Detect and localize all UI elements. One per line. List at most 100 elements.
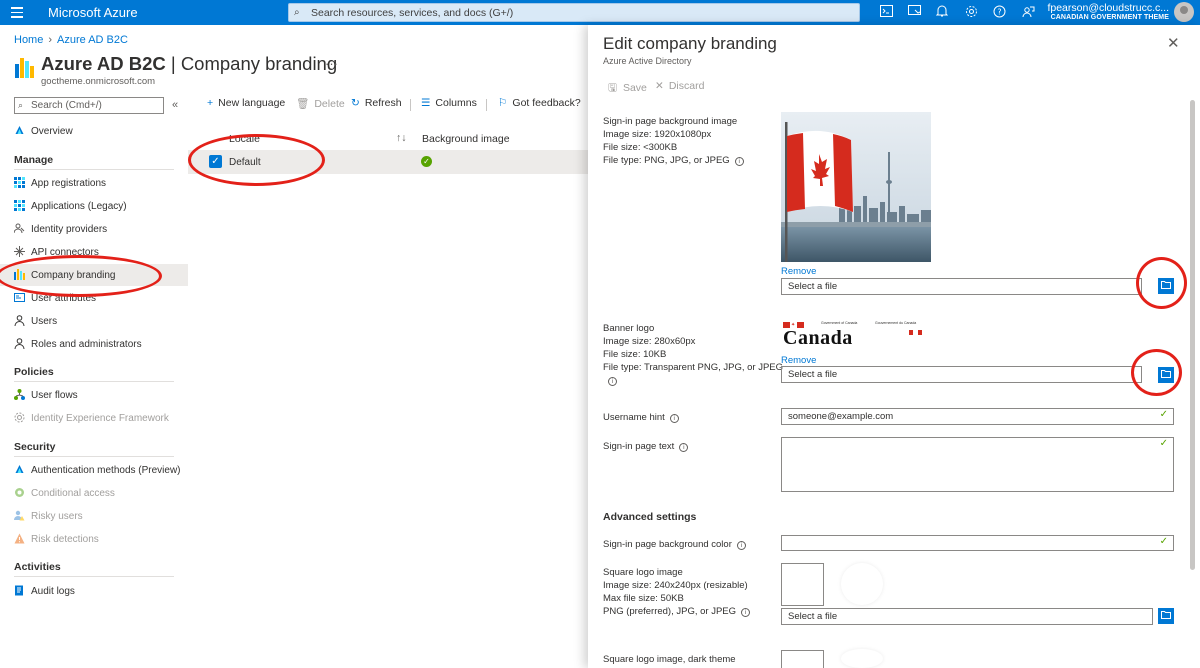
panel-subtitle: Azure Active Directory [603, 56, 692, 66]
sidebar-item-risk-detections[interactable]: Risk detections [0, 528, 188, 550]
column-header-background-image[interactable]: Background image [422, 133, 510, 145]
account-info[interactable]: fpearson@cloudstrucc.c... CANADIAN GOVER… [1047, 2, 1169, 21]
overview-icon [14, 125, 25, 136]
page-subtitle: goctheme.onmicrosoft.com [41, 76, 156, 87]
folder-open-icon[interactable] [1158, 608, 1174, 624]
save-icon: 🖫 [608, 82, 617, 94]
panel-title: Edit company branding [603, 34, 777, 53]
divider [14, 456, 174, 457]
roles-icon [14, 338, 25, 350]
square-logo-preview [781, 563, 824, 606]
user-icon [14, 315, 25, 327]
sort-icon[interactable]: ↑↓ [396, 132, 407, 144]
sidebar-item-identity-experience-framework[interactable]: Identity Experience Framework [0, 407, 188, 429]
search-icon: ⌕ [294, 7, 300, 18]
collapse-sidebar-button[interactable]: « [172, 99, 178, 111]
feedback-button[interactable]: ⚐ Got feedback? [498, 97, 581, 109]
info-icon[interactable]: i [679, 443, 689, 452]
username-hint-input[interactable]: someone@example.com ✓ [781, 408, 1174, 425]
global-search-input[interactable]: ⌕ Search resources, services, and docs (… [288, 3, 860, 22]
new-language-button[interactable]: + New language [207, 97, 285, 109]
edit-branding-panel: Edit company branding Azure Active Direc… [588, 25, 1200, 668]
conditional-access-icon [14, 487, 25, 498]
breadcrumb-home[interactable]: Home [14, 34, 43, 46]
applications-legacy-icon [14, 200, 25, 211]
annotation-circle [0, 255, 162, 297]
sidebar-item-overview[interactable]: Overview [0, 120, 188, 142]
sidebar-search-input[interactable]: ⌕ Search (Cmd+/) [14, 97, 164, 114]
info-icon[interactable]: i [741, 608, 751, 617]
account-user: fpearson@cloudstrucc.c... [1047, 2, 1169, 14]
divider [14, 169, 174, 170]
top-bar: Microsoft Azure ⌕ Search resources, serv… [0, 0, 1200, 25]
square-logo-dark-label: Square logo image, dark theme [603, 654, 736, 665]
warning-icon [14, 533, 25, 544]
discard-button[interactable]: ✕ Discard [655, 80, 704, 92]
save-button[interactable]: 🖫 Save [608, 80, 647, 98]
check-icon: ✓ [1159, 409, 1168, 420]
avatar[interactable] [1174, 2, 1194, 22]
sidebar-item-authentication-methods[interactable]: Authentication methods (Preview) [0, 459, 188, 481]
sidebar-item-risky-users[interactable]: Risky users [0, 505, 188, 527]
bg-color-input[interactable]: ✓ [781, 535, 1174, 551]
banner-logo-file-input[interactable]: Select a file [781, 366, 1142, 383]
info-icon[interactable]: i [736, 541, 746, 550]
account-directory: CANADIAN GOVERNMENT THEME [1050, 14, 1169, 21]
info-icon[interactable]: i [669, 414, 679, 423]
annotation-circle [1136, 257, 1187, 309]
risky-users-icon [14, 510, 25, 521]
columns-button[interactable]: ☰ Columns [421, 97, 477, 109]
remove-banner-logo-link[interactable]: Remove [781, 355, 816, 366]
cloud-shell-icon[interactable] [878, 5, 894, 19]
hamburger-menu-icon[interactable] [11, 7, 23, 18]
bg-image-file-input[interactable]: Select a file [781, 278, 1142, 295]
sidebar-item-roles-administrators[interactable]: Roles and administrators [0, 333, 188, 355]
sidebar-item-conditional-access[interactable]: Conditional access [0, 482, 188, 504]
signin-text-label: Sign-in page text i [603, 440, 689, 453]
success-check-icon: ✓ [421, 156, 432, 167]
advanced-settings-heading: Advanced settings [603, 511, 697, 523]
divider [14, 381, 174, 382]
square-logo-placeholder [841, 563, 883, 605]
bg-color-label: Sign-in page background color i [603, 538, 746, 551]
square-logo-dark-preview [781, 650, 824, 668]
columns-icon: ☰ [421, 97, 431, 109]
sidebar-item-identity-providers[interactable]: Identity providers [0, 218, 188, 240]
info-icon[interactable]: i [734, 157, 744, 166]
directory-filter-icon[interactable] [906, 5, 922, 19]
notifications-icon[interactable] [934, 5, 950, 19]
square-logo-file-input[interactable]: Select a file [781, 608, 1153, 625]
sidebar-item-app-registrations[interactable]: App registrations [0, 172, 188, 194]
remove-bg-image-link[interactable]: Remove [781, 266, 816, 277]
svg-text:?: ? [997, 8, 1001, 17]
help-icon[interactable]: ? [991, 5, 1007, 19]
sidebar-item-users[interactable]: Users [0, 310, 188, 332]
page-title: Azure AD B2C | Company branding [41, 53, 338, 74]
feedback-icon[interactable] [1020, 5, 1036, 19]
signin-text-textarea[interactable]: ✓ [781, 437, 1174, 492]
sidebar-item-applications-legacy[interactable]: Applications (Legacy) [0, 195, 188, 217]
check-icon: ✓ [1159, 536, 1168, 547]
info-icon[interactable]: i [608, 377, 617, 386]
scrollbar[interactable] [1190, 100, 1195, 570]
app-registrations-icon [14, 177, 25, 188]
search-icon: ⌕ [18, 100, 24, 110]
sidebar-item-audit-logs[interactable]: Audit logs [0, 580, 188, 602]
refresh-button[interactable]: ↻ Refresh [351, 97, 402, 109]
more-options-button[interactable]: ··· [325, 56, 338, 71]
delete-button[interactable]: 🗑 Delete [296, 97, 345, 110]
close-icon[interactable]: ✕ [1167, 34, 1180, 52]
canada-wordmark-logo: ✦ Government of Canada Gouvernement du C… [783, 320, 933, 350]
divider [14, 576, 174, 577]
bg-image-label-block: Sign-in page background image Image size… [603, 115, 744, 167]
sidebar-item-user-flows[interactable]: User flows [0, 384, 188, 406]
settings-icon[interactable] [963, 5, 979, 19]
divider [410, 99, 411, 111]
brand-name[interactable]: Microsoft Azure [48, 5, 138, 20]
refresh-icon: ↻ [351, 97, 360, 109]
username-hint-label: Username hint i [603, 411, 679, 424]
chevron-right-icon: › [48, 34, 53, 46]
square-logo-dark-placeholder [841, 649, 883, 668]
section-activities: Activities [14, 561, 61, 573]
breadcrumb-parent[interactable]: Azure AD B2C [57, 34, 128, 46]
